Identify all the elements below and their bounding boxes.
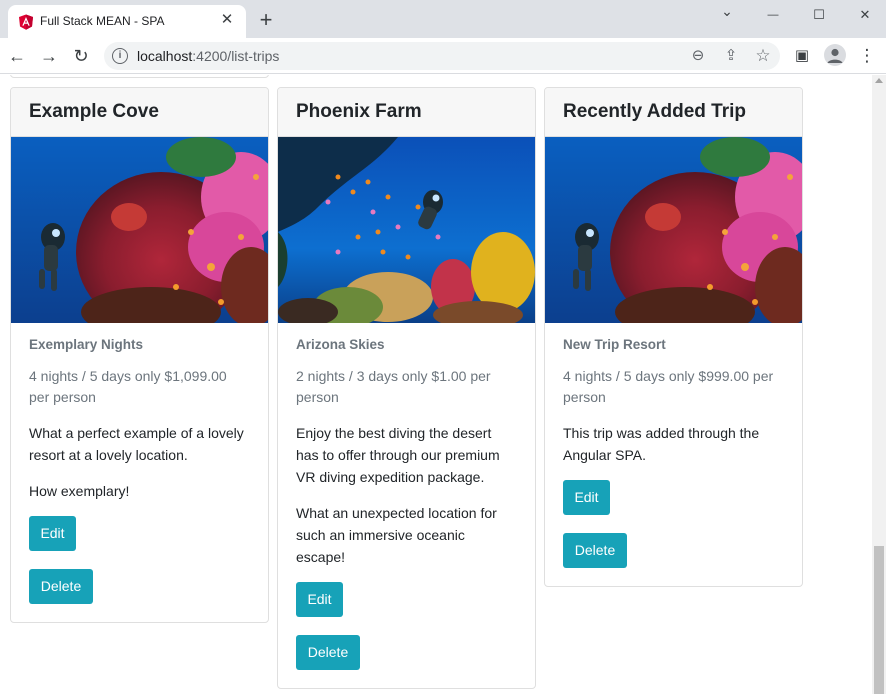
- profile-avatar-icon[interactable]: [824, 44, 846, 66]
- card-body: Exemplary Nights 4 nights / 5 days only …: [11, 323, 268, 622]
- resort-name: New Trip Resort: [563, 337, 666, 352]
- card-body: Arizona Skies 2 nights / 3 days only $1.…: [278, 323, 535, 688]
- trip-image: [278, 137, 535, 323]
- resort-name: Exemplary Nights: [29, 337, 144, 352]
- person-icon: [827, 48, 843, 63]
- trip-length-price: 4 nights / 5 days only $1,099.00 per per…: [29, 368, 227, 405]
- tab-search-chevron-icon[interactable]: ⌄: [704, 0, 750, 22]
- forward-button[interactable]: →: [37, 44, 61, 68]
- trip-title: Example Cove: [29, 101, 159, 122]
- back-button[interactable]: ←: [5, 44, 29, 68]
- previous-card-edge: [10, 75, 269, 78]
- resort-name: Arizona Skies: [296, 337, 385, 352]
- description-paragraph: Enjoy the best diving the desert has to …: [296, 425, 500, 485]
- delete-button[interactable]: Delete: [29, 569, 93, 604]
- url-path: :4200/list-trips: [192, 48, 280, 64]
- description-paragraph: How exemplary!: [29, 483, 130, 499]
- share-icon[interactable]: ⇪: [721, 46, 741, 66]
- delete-button[interactable]: Delete: [296, 635, 360, 670]
- page-viewport: Example Cove Exemplary Nights 4 nights /…: [0, 75, 872, 694]
- trip-description: Enjoy the best diving the desert has to …: [296, 422, 517, 568]
- trip-card: Example Cove Exemplary Nights 4 nights /…: [10, 87, 269, 623]
- trip-title: Recently Added Trip: [563, 101, 746, 122]
- close-tab-icon[interactable]: ✕: [218, 11, 236, 29]
- tab-strip: Full Stack MEAN - SPA ✕ + ⌄ — ☐ ✕: [0, 0, 886, 38]
- delete-button[interactable]: Delete: [563, 533, 627, 568]
- site-info-icon[interactable]: i: [112, 48, 128, 64]
- trip-description: What a perfect example of a lovely resor…: [29, 422, 250, 502]
- trip-length-price: 4 nights / 5 days only $999.00 per perso…: [563, 368, 774, 405]
- reload-button[interactable]: ↻: [69, 44, 93, 68]
- scroll-up-arrow-icon[interactable]: [875, 78, 883, 83]
- zoom-icon[interactable]: ⊖: [688, 46, 708, 66]
- side-panel-icon[interactable]: ▣: [792, 46, 812, 66]
- url-host: localhost: [137, 48, 193, 64]
- address-bar[interactable]: i localhost:4200/list-trips ⊖ ⇪ ☆: [104, 42, 780, 70]
- description-paragraph: This trip was added through the Angular …: [563, 425, 760, 463]
- trip-image: [11, 137, 268, 323]
- edit-button[interactable]: Edit: [296, 582, 343, 617]
- edit-button[interactable]: Edit: [29, 516, 76, 551]
- card-body: New Trip Resort 4 nights / 5 days only $…: [545, 323, 802, 586]
- card-header: Recently Added Trip: [545, 88, 802, 137]
- bookmark-star-icon[interactable]: ☆: [753, 46, 773, 66]
- trip-card: Recently Added Trip New Trip Resort 4 ni…: [544, 87, 803, 587]
- card-header: Phoenix Farm: [278, 88, 535, 137]
- window-close-button[interactable]: ✕: [842, 4, 886, 26]
- maximize-button[interactable]: ☐: [796, 4, 842, 26]
- tab-title: Full Stack MEAN - SPA: [40, 14, 165, 28]
- angular-icon: [19, 14, 33, 30]
- trip-title: Phoenix Farm: [296, 101, 422, 122]
- trip-length-price: 2 nights / 3 days only $1.00 per person: [296, 368, 491, 405]
- minimize-button[interactable]: —: [750, 4, 796, 26]
- menu-icon[interactable]: ⋮: [857, 46, 877, 66]
- trip-image: [545, 137, 802, 323]
- trip-description: This trip was added through the Angular …: [563, 422, 784, 466]
- trip-card: Phoenix Farm Arizona Skies 2 nights / 3 …: [277, 87, 536, 689]
- new-tab-button[interactable]: +: [255, 8, 277, 32]
- url-text[interactable]: localhost:4200/list-trips: [137, 48, 279, 64]
- card-header: Example Cove: [11, 88, 268, 137]
- browser-toolbar: ← → ↻ i localhost:4200/list-trips ⊖ ⇪ ☆ …: [0, 38, 886, 74]
- scrollbar-thumb[interactable]: [874, 546, 884, 694]
- description-paragraph: What a perfect example of a lovely resor…: [29, 425, 244, 463]
- edit-button[interactable]: Edit: [563, 480, 610, 515]
- description-paragraph: What an unexpected location for such an …: [296, 505, 497, 565]
- vertical-scrollbar[interactable]: [872, 75, 886, 694]
- browser-tab[interactable]: Full Stack MEAN - SPA ✕: [8, 5, 246, 38]
